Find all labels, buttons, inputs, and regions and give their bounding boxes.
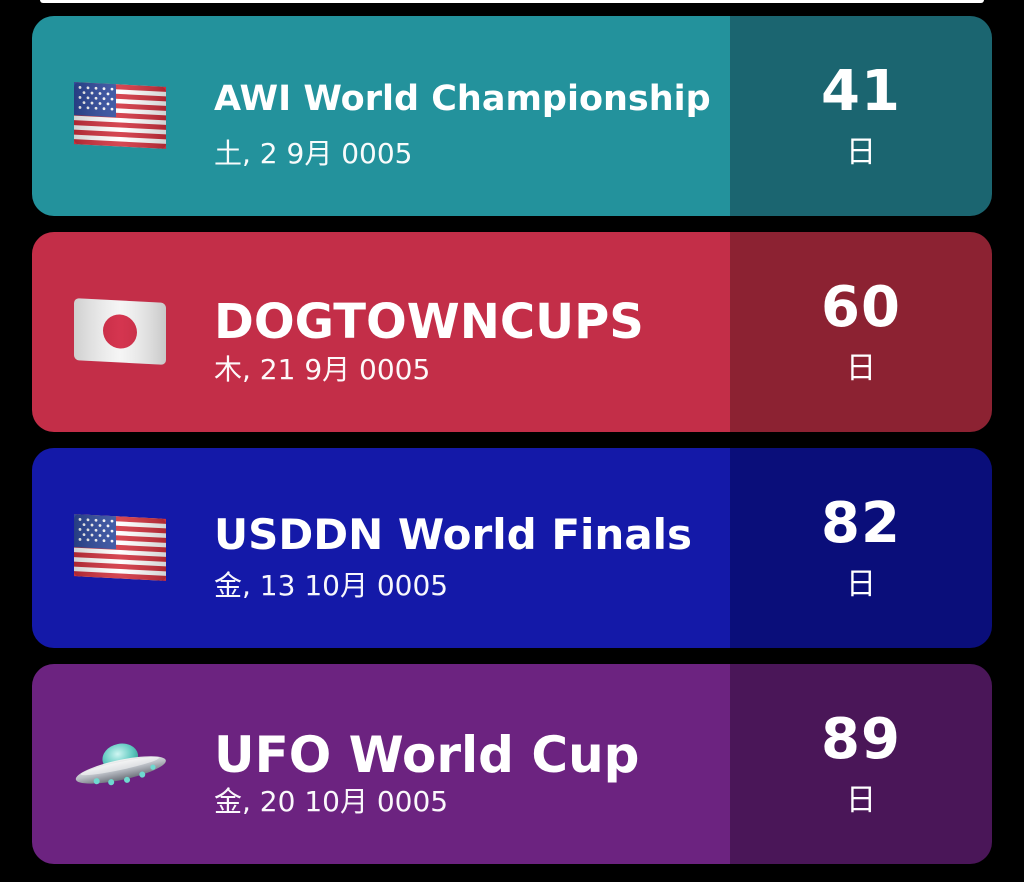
event-title: DOGTOWNCUPS: [214, 294, 644, 350]
event-countdown-list: AWI World Championship 土, 2 9月 0005 41 日: [32, 16, 992, 880]
previous-card-edge: [40, 0, 984, 3]
countdown-panel: 41 日: [730, 16, 992, 216]
event-title: UFO World Cup: [214, 726, 640, 784]
ufo-icon: [75, 743, 166, 786]
event-card-main: AWI World Championship 土, 2 9月 0005: [32, 16, 730, 216]
days-unit: 日: [846, 351, 876, 386]
japan-flag-icon: [74, 298, 166, 365]
days-remaining: 82: [821, 491, 901, 556]
days-remaining: 41: [821, 59, 901, 124]
days-remaining: 89: [821, 707, 901, 772]
event-date: 金, 20 10月 0005: [214, 785, 449, 818]
event-card-main: USDDN World Finals 金, 13 10月 0005: [32, 448, 730, 648]
days-unit: 日: [846, 135, 876, 170]
days-remaining: 60: [821, 275, 901, 340]
us-flag-icon: [74, 82, 166, 149]
event-date: 金, 13 10月 0005: [214, 569, 449, 602]
days-unit: 日: [846, 783, 876, 818]
countdown-panel: 82 日: [730, 448, 992, 648]
event-card[interactable]: DOGTOWNCUPS 木, 21 9月 0005 60 日: [32, 232, 992, 432]
event-title: USDDN World Finals: [214, 510, 693, 559]
event-date: 土, 2 9月 0005: [214, 137, 413, 170]
event-card[interactable]: UFO World Cup 金, 20 10月 0005 89 日: [32, 664, 992, 864]
countdown-panel: 89 日: [730, 664, 992, 864]
event-card-main: UFO World Cup 金, 20 10月 0005: [32, 664, 730, 864]
event-title: AWI World Championship: [214, 79, 711, 119]
event-date: 木, 21 9月 0005: [214, 353, 431, 386]
us-flag-icon: [74, 514, 166, 581]
event-card[interactable]: AWI World Championship 土, 2 9月 0005 41 日: [32, 16, 992, 216]
countdown-panel: 60 日: [730, 232, 992, 432]
days-unit: 日: [846, 567, 876, 602]
event-card[interactable]: USDDN World Finals 金, 13 10月 0005 82 日: [32, 448, 992, 648]
event-card-main: DOGTOWNCUPS 木, 21 9月 0005: [32, 232, 730, 432]
